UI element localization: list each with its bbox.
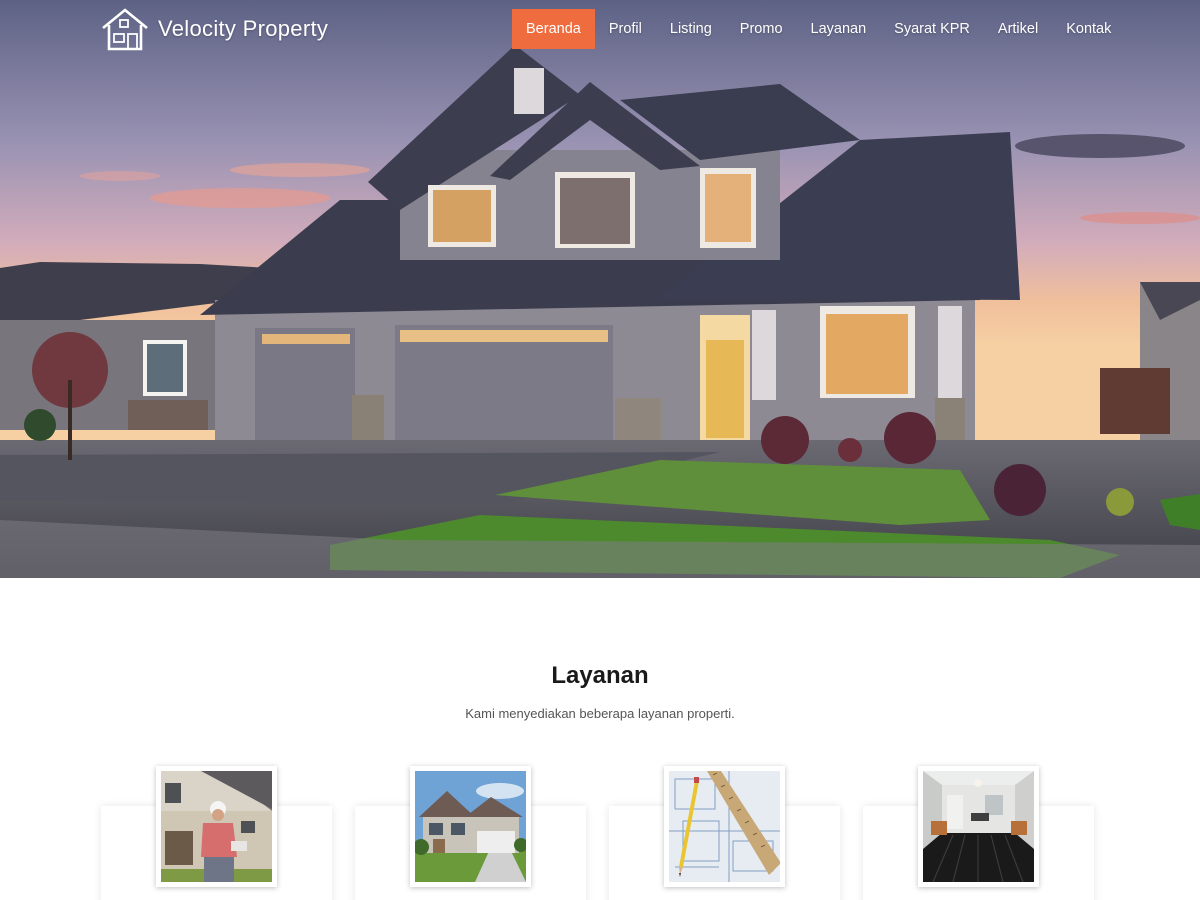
house-exterior-photo (415, 771, 526, 882)
interior-room-photo (923, 771, 1034, 882)
service-thumb-3[interactable] (664, 766, 785, 887)
brand-logo[interactable]: Velocity Property (100, 6, 328, 52)
main-nav: Beranda Profil Listing Promo Layanan Sya… (512, 9, 1125, 49)
nav-item-syarat-kpr[interactable]: Syarat KPR (880, 9, 984, 49)
service-thumb-4[interactable] (918, 766, 1039, 887)
nav-item-listing[interactable]: Listing (656, 9, 726, 49)
nav-item-profil[interactable]: Profil (595, 9, 656, 49)
brand-name: Velocity Property (158, 16, 329, 41)
hero-house-image (0, 0, 1200, 578)
service-thumb-2[interactable] (410, 766, 531, 887)
services-subtitle: Kami menyediakan beberapa layanan proper… (465, 706, 735, 721)
blueprint-pencil-ruler-photo (669, 771, 780, 882)
service-thumb-1[interactable] (156, 766, 277, 887)
hero-banner (0, 0, 1200, 578)
nav-item-layanan[interactable]: Layanan (797, 9, 881, 49)
nav-item-promo[interactable]: Promo (726, 9, 797, 49)
construction-worker-photo (161, 771, 272, 882)
services-title: Layanan (551, 662, 649, 689)
nav-item-artikel[interactable]: Artikel (984, 9, 1052, 49)
house-logo-icon (102, 8, 148, 51)
site-header: Velocity Property Beranda Profil Listing… (0, 0, 1200, 58)
nav-item-kontak[interactable]: Kontak (1052, 9, 1125, 49)
nav-item-beranda[interactable]: Beranda (512, 9, 595, 49)
